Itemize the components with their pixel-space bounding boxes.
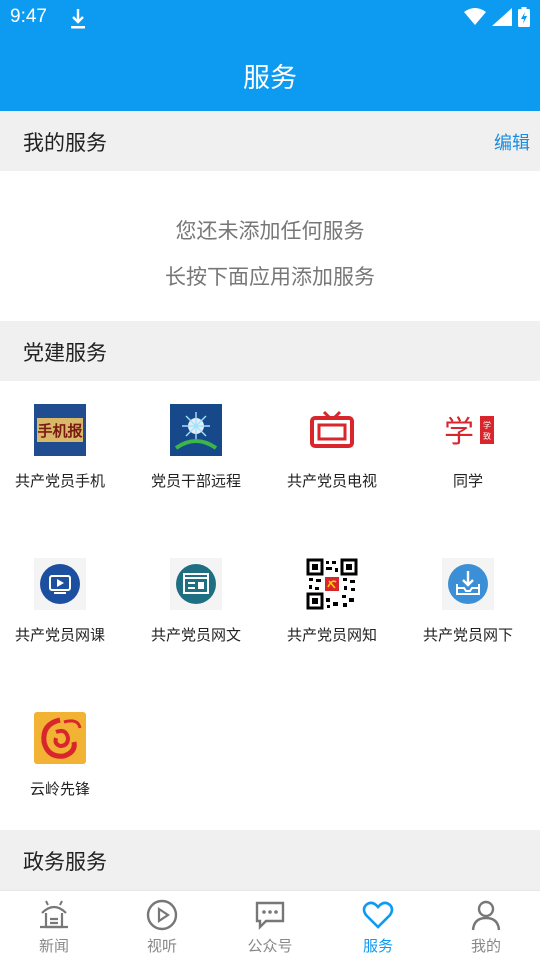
tab-services[interactable]: 服务: [324, 891, 432, 961]
heart-icon: [362, 901, 394, 929]
party-services-title: 党建服务: [23, 341, 107, 365]
service-item-online-download[interactable]: 共产党员网下: [408, 558, 540, 668]
svg-text:学: 学: [444, 415, 474, 450]
service-item-online-course[interactable]: 共产党员网课: [0, 558, 135, 668]
app-header: 服务: [0, 36, 540, 111]
play-icon: [146, 899, 178, 931]
classmate-icon: 学 学 致: [442, 404, 494, 456]
my-services-header: 我的服务 编辑: [0, 111, 540, 171]
status-time: 9:47: [10, 6, 47, 27]
gov-services-title: 政务服务: [23, 850, 107, 874]
service-item-party-mobile-paper[interactable]: 手机报 共产党员手机: [0, 404, 135, 514]
status-icons: [464, 7, 530, 27]
tab-label: 公众号: [247, 937, 293, 955]
service-label: 共产党员电视: [286, 472, 377, 490]
user-icon: [471, 900, 501, 931]
service-item-yunling-pioneer[interactable]: 云岭先锋: [0, 712, 135, 822]
tv-icon: [306, 404, 358, 456]
service-label: 共产党员网课: [14, 626, 105, 644]
chat-icon: [255, 901, 285, 930]
bottom-tab-bar: 新闻 视听 公众号 服务 我的: [0, 890, 540, 960]
svg-text:学: 学: [483, 420, 491, 430]
signal-icon: [492, 8, 512, 26]
gov-services-header: 政务服务: [0, 830, 540, 890]
service-item-remote-education[interactable]: 党员干部远程: [136, 404, 271, 514]
service-item-party-tv[interactable]: 共产党员电视: [272, 404, 407, 514]
my-services-title: 我的服务: [23, 131, 107, 155]
tab-label: 新闻: [38, 937, 69, 955]
video-course-icon: [34, 558, 86, 610]
news-icon: [40, 900, 68, 929]
tab-label: 我的: [470, 937, 501, 955]
svg-text:致: 致: [483, 431, 491, 441]
service-label: 共产党员网文: [150, 626, 241, 644]
service-label: 同学: [452, 472, 483, 490]
edit-button[interactable]: 编辑: [494, 129, 530, 155]
newspaper-icon: 手机报: [34, 404, 86, 456]
my-services-empty: 您还未添加任何服务 长按下面应用添加服务: [0, 171, 540, 321]
service-item-classmate[interactable]: 学 学 致 同学: [408, 404, 540, 514]
article-icon: [170, 558, 222, 610]
page-title: 服务: [243, 63, 297, 94]
remote-education-icon: [170, 404, 222, 456]
tab-mine[interactable]: 我的: [432, 891, 540, 961]
tab-label: 视听: [146, 937, 177, 955]
tab-audiovisual[interactable]: 视听: [108, 891, 216, 961]
svg-text:手机报: 手机报: [37, 422, 82, 440]
service-label: 共产党员网下: [422, 626, 513, 644]
yunling-logo-icon: [34, 712, 86, 764]
service-item-online-knowledge[interactable]: 共产党员网知: [272, 558, 407, 668]
tab-label: 服务: [362, 937, 393, 955]
tab-news[interactable]: 新闻: [0, 891, 108, 961]
download-tray-icon: [442, 558, 494, 610]
status-bar: 9:47: [0, 0, 540, 36]
qr-code-icon: [306, 558, 358, 610]
service-label: 共产党员网知: [286, 626, 377, 644]
service-label: 党员干部远程: [150, 472, 241, 490]
download-icon: [71, 9, 85, 29]
battery-icon: [518, 7, 530, 27]
service-item-online-article[interactable]: 共产党员网文: [136, 558, 271, 668]
empty-message-line1: 您还未添加任何服务: [175, 219, 365, 243]
service-label: 云岭先锋: [29, 780, 90, 798]
party-services-header: 党建服务: [0, 321, 540, 381]
empty-message-line2: 长按下面应用添加服务: [165, 265, 375, 289]
wifi-icon: [464, 8, 486, 25]
tab-official-accounts[interactable]: 公众号: [216, 891, 324, 961]
service-label: 共产党员手机: [14, 472, 105, 490]
